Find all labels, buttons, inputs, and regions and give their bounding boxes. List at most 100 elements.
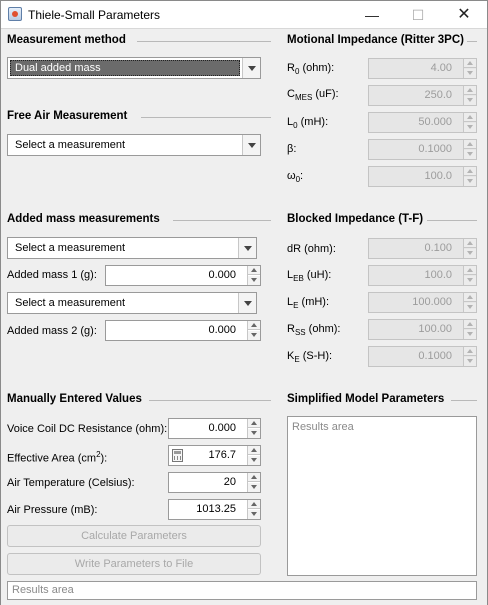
maximize-button[interactable]: ☐ <box>395 1 441 29</box>
spinner <box>463 266 476 285</box>
added-mass-1-value: 0.000 <box>208 269 236 281</box>
dr-label: dR (ohm): <box>287 243 336 255</box>
r0-value: 4.00 <box>430 62 452 74</box>
window-title: Thiele-Small Parameters <box>28 8 161 22</box>
simplified-model-title: Simplified Model Parameters <box>287 393 445 405</box>
effective-area-value: 176.7 <box>208 449 236 461</box>
spinner[interactable] <box>247 321 260 340</box>
title-bar: Thiele-Small Parameters — ☐ ✕ <box>1 1 487 29</box>
added-mass-1-label: Added mass 1 (g): <box>7 269 97 281</box>
dr-field: 0.100 <box>368 238 477 259</box>
chevron-down-icon[interactable] <box>242 135 260 155</box>
chevron-down-icon[interactable] <box>242 58 260 78</box>
added-mass-2-value: 0.000 <box>208 324 236 336</box>
added-mass-2-label: Added mass 2 (g): <box>7 325 97 337</box>
thiele-small-window: Thiele-Small Parameters — ☐ ✕ Measuremen… <box>0 0 488 605</box>
rss-label: RSS (ohm): <box>287 323 341 338</box>
chevron-down-icon[interactable] <box>238 238 256 258</box>
spinner <box>463 140 476 159</box>
spinner[interactable] <box>247 446 260 465</box>
l0-value: 50.000 <box>418 116 452 128</box>
omega0-field: 100.0 <box>368 166 477 187</box>
calculate-parameters-button[interactable]: Calculate Parameters <box>7 525 261 547</box>
spinner <box>463 167 476 186</box>
spinner-down-icon[interactable] <box>248 429 260 438</box>
spinner-up-icon[interactable] <box>248 266 260 275</box>
section-separator <box>467 41 477 42</box>
spinner-down-icon[interactable] <box>248 331 260 340</box>
voice-coil-label: Voice Coil DC Resistance (ohm): <box>7 423 168 435</box>
air-temperature-value: 20 <box>223 476 236 488</box>
added-mass-measurement-2-dropdown[interactable]: Select a measurement <box>7 292 257 314</box>
spinner <box>463 113 476 132</box>
le-field: 100.000 <box>368 292 477 313</box>
added-mass-measurement-1-value: Select a measurement <box>15 242 126 254</box>
spinner-up-icon[interactable] <box>248 446 260 455</box>
section-separator <box>149 400 271 401</box>
chevron-down-icon[interactable] <box>238 293 256 313</box>
spinner[interactable] <box>247 473 260 492</box>
spinner-down-icon[interactable] <box>248 510 260 519</box>
air-pressure-label: Air Pressure (mB): <box>7 504 98 516</box>
r0-field: 4.00 <box>368 58 477 79</box>
l0-field: 50.000 <box>368 112 477 133</box>
spinner-up-icon[interactable] <box>248 321 260 330</box>
spinner-down-icon[interactable] <box>248 276 260 285</box>
beta-value: 0.1000 <box>418 143 452 155</box>
spinner[interactable] <box>247 419 260 438</box>
status-results-placeholder: Results area <box>12 584 74 596</box>
spinner-down-icon[interactable] <box>248 483 260 492</box>
air-pressure-field[interactable]: 1013.25 <box>168 499 261 520</box>
cmes-value: 250.0 <box>424 89 452 101</box>
simplified-results-area[interactable]: Results area <box>287 416 477 576</box>
free-air-measurement-dropdown[interactable]: Select a measurement <box>7 134 261 156</box>
rss-value: 100.00 <box>418 323 452 335</box>
spinner <box>463 86 476 105</box>
air-temperature-label: Air Temperature (Celsius): <box>7 477 135 489</box>
added-mass-measurement-1-dropdown[interactable]: Select a measurement <box>7 237 257 259</box>
beta-label: β: <box>287 143 297 155</box>
added-mass-1-field[interactable]: 0.000 <box>105 265 261 286</box>
le-label: LE (mH): <box>287 296 330 311</box>
minimize-button[interactable]: — <box>349 1 395 29</box>
spinner <box>463 293 476 312</box>
selection-highlight: Dual added mass <box>10 60 240 76</box>
section-separator <box>137 41 271 42</box>
rss-field: 100.00 <box>368 319 477 340</box>
air-pressure-value: 1013.25 <box>196 503 236 515</box>
spinner[interactable] <box>247 500 260 519</box>
leb-value: 100.0 <box>424 269 452 281</box>
section-separator <box>141 117 271 118</box>
spinner-up-icon[interactable] <box>248 500 260 509</box>
measurement-method-dropdown[interactable]: Dual added mass <box>7 57 261 79</box>
status-results-area[interactable]: Results area <box>7 581 477 600</box>
write-parameters-button[interactable]: Write Parameters to File <box>7 553 261 575</box>
close-button[interactable]: ✕ <box>441 1 487 29</box>
spinner <box>463 320 476 339</box>
ke-value: 0.1000 <box>418 350 452 362</box>
app-icon <box>8 7 22 21</box>
added-mass-measurement-2-value: Select a measurement <box>15 297 126 309</box>
spinner-down-icon[interactable] <box>248 456 260 465</box>
spinner-up-icon[interactable] <box>248 473 260 482</box>
ke-label: KE (S-H): <box>287 350 333 365</box>
voice-coil-field[interactable]: 0.000 <box>168 418 261 439</box>
effective-area-field[interactable]: 176.7 <box>168 445 261 466</box>
section-separator <box>173 220 271 221</box>
spinner <box>463 239 476 258</box>
spinner-up-icon[interactable] <box>248 419 260 428</box>
free-air-measurement-value: Select a measurement <box>15 139 126 151</box>
added-mass-2-field[interactable]: 0.000 <box>105 320 261 341</box>
free-air-title: Free Air Measurement <box>7 110 128 122</box>
calculator-icon[interactable] <box>172 449 183 462</box>
dr-value: 0.100 <box>424 242 452 254</box>
manual-values-title: Manually Entered Values <box>7 393 142 405</box>
measurement-method-value: Dual added mass <box>15 62 101 74</box>
leb-field: 100.0 <box>368 265 477 286</box>
spinner[interactable] <box>247 266 260 285</box>
ke-field: 0.1000 <box>368 346 477 367</box>
air-temperature-field[interactable]: 20 <box>168 472 261 493</box>
added-mass-title: Added mass measurements <box>7 213 160 225</box>
leb-label: LEB (uH): <box>287 269 332 284</box>
omega0-value: 100.0 <box>424 170 452 182</box>
